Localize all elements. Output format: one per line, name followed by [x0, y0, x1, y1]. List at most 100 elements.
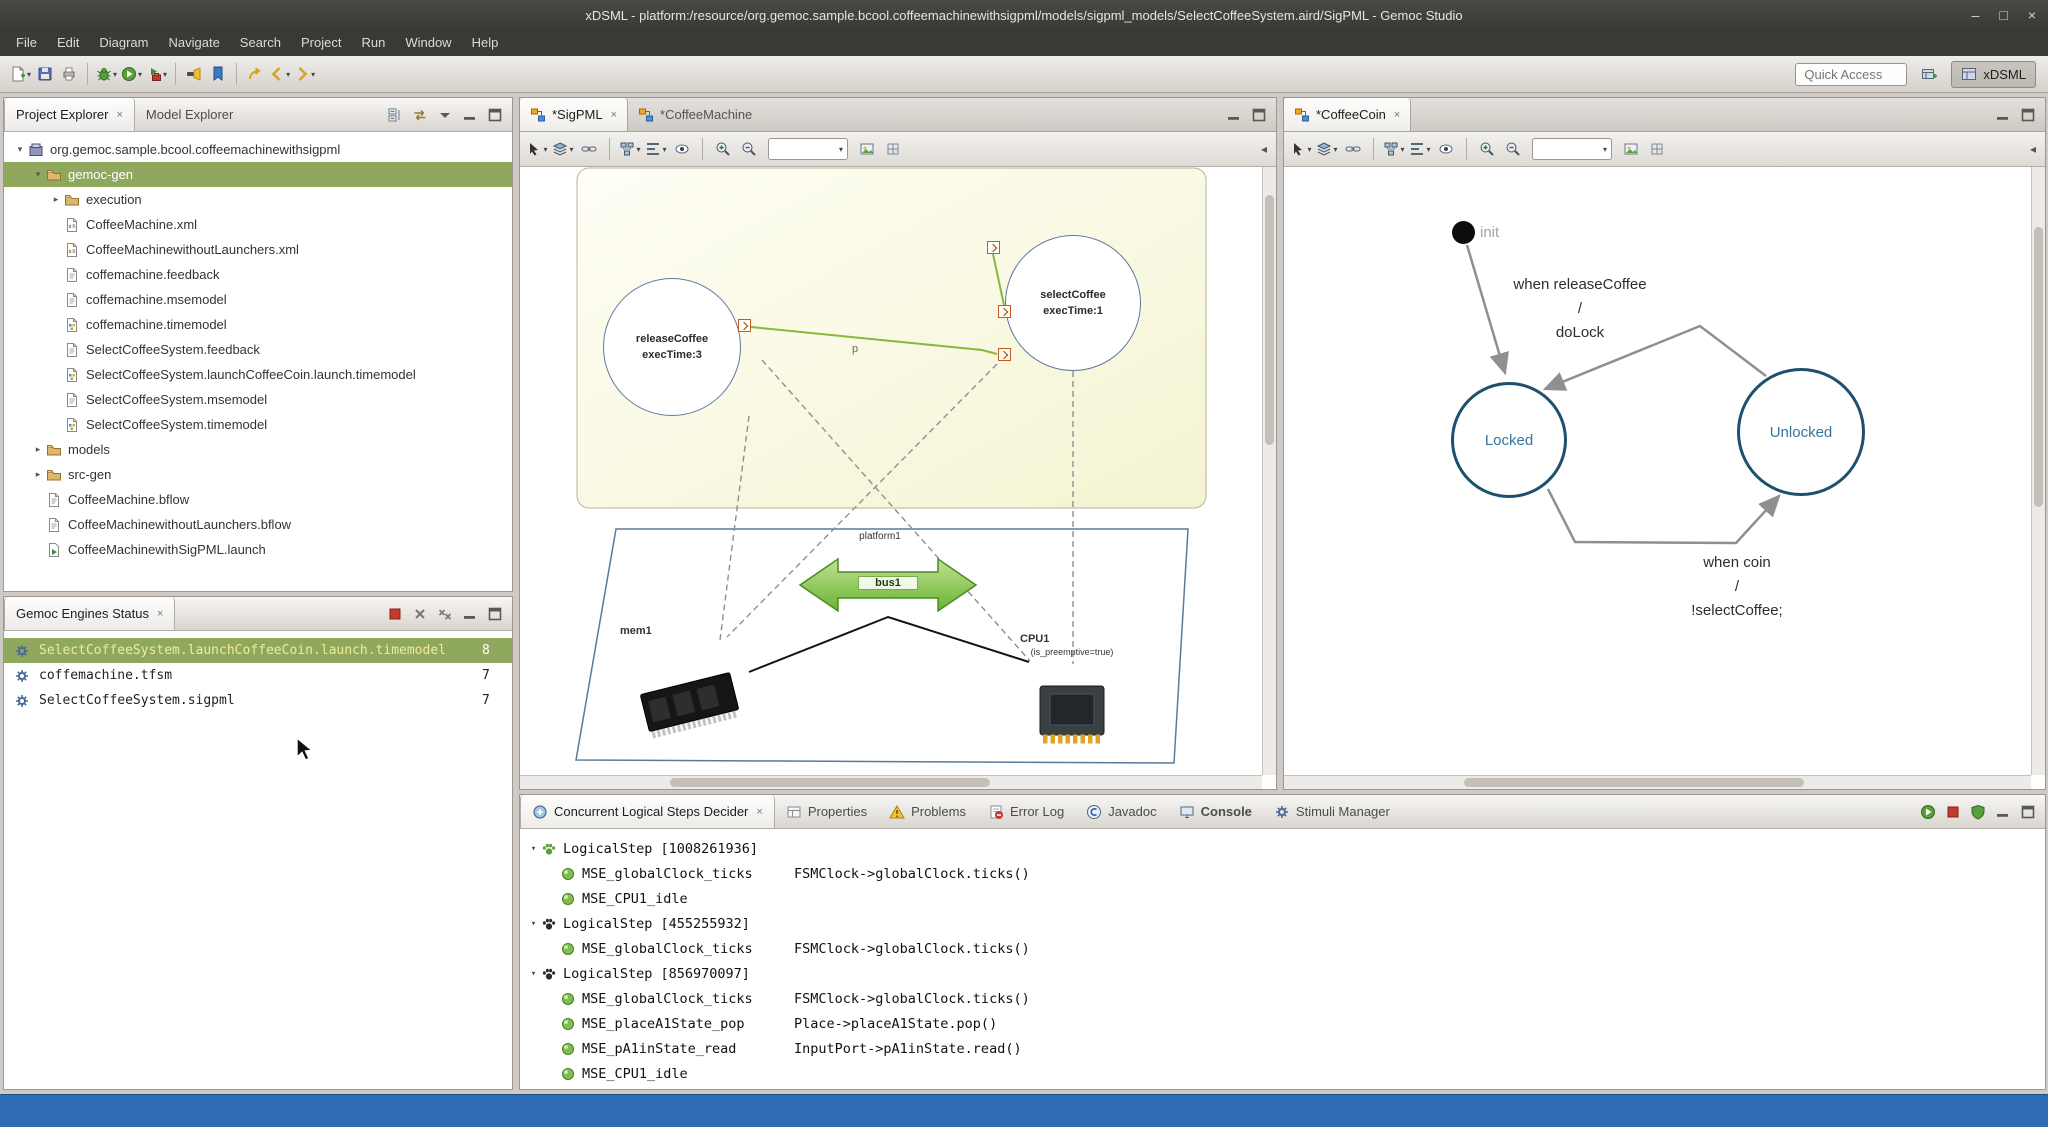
tab-coffeecoin[interactable]: *CoffeeCoin×	[1284, 98, 1411, 131]
zoom-out-button[interactable]	[737, 137, 761, 161]
zoom-in-button[interactable]	[1475, 137, 1499, 161]
expander-icon[interactable]: ▾	[526, 969, 541, 979]
mse-row[interactable]: MSE_pA1inState_readInputPort->pA1inState…	[520, 1036, 2045, 1061]
grid-button[interactable]	[1645, 137, 1669, 161]
minimize-view-icon[interactable]	[1995, 107, 2011, 123]
tree-item-src-gen[interactable]: ▸src-gen	[4, 462, 512, 487]
tree-item-org-gemoc-sample-bcool-coffeemachinewithsigpml[interactable]: ▾org.gemoc.sample.bcool.coffeemachinewit…	[4, 137, 512, 162]
close-window-button[interactable]: ×	[2028, 7, 2036, 23]
tree-item-coffeemachine-bflow[interactable]: CoffeeMachine.bflow	[4, 487, 512, 512]
palette-collapse-button[interactable]: ◂	[2030, 142, 2040, 156]
last-edit-location-button[interactable]	[243, 61, 267, 87]
expander-icon[interactable]: ▾	[526, 919, 541, 929]
menu-run[interactable]: Run	[351, 30, 395, 56]
menu-navigate[interactable]: Navigate	[158, 30, 229, 56]
select-mode-button[interactable]: ▾	[525, 137, 549, 161]
run-icon[interactable]	[1920, 804, 1936, 820]
tab-concurrent-logical-steps-decider[interactable]: Concurrent Logical Steps Decider×	[520, 795, 775, 828]
tab-problems[interactable]: Problems	[878, 795, 977, 828]
zoom-level-combo[interactable]: ▾	[768, 138, 848, 160]
tree-item-coffeemachinewithoutlaunchers-bflow[interactable]: CoffeeMachinewithoutLaunchers.bflow	[4, 512, 512, 537]
state-unlocked[interactable]: Unlocked	[1737, 368, 1865, 496]
search-button[interactable]	[182, 61, 206, 87]
tree-item-coffemachine-timemodel[interactable]: coffemachine.timemodel	[4, 312, 512, 337]
tab-project-explorer[interactable]: Project Explorer×	[4, 98, 135, 131]
tab-stimuli-manager[interactable]: Stimuli Manager	[1263, 795, 1401, 828]
minimize-window-button[interactable]: –	[1972, 7, 1980, 23]
vertical-scrollbar[interactable]	[2031, 167, 2045, 775]
run-button[interactable]: ▾	[119, 61, 144, 87]
tab-error-log[interactable]: Error Log	[977, 795, 1075, 828]
tree-item-coffeemachine-xml[interactable]: CoffeeMachine.xml	[4, 212, 512, 237]
stop-engine-icon[interactable]	[387, 606, 403, 622]
menu-file[interactable]: File	[6, 30, 47, 56]
maximize-window-button[interactable]: □	[1999, 7, 2007, 23]
engine-row-selectcoffeesystem-launchcoffeecoin-launch-timemodel[interactable]: SelectCoffeeSystem.launchCoffeeCoin.laun…	[4, 638, 512, 663]
select-mode-button[interactable]: ▾	[1289, 137, 1313, 161]
tree-item-execution[interactable]: ▸execution	[4, 187, 512, 212]
palette-collapse-button[interactable]: ◂	[1261, 142, 1271, 156]
link-with-editor-button[interactable]	[577, 137, 601, 161]
engine-row-selectcoffeesystem-sigpml[interactable]: SelectCoffeeSystem.sigpml7	[4, 688, 512, 713]
actor-selectCoffee[interactable]: selectCoffee execTime:1	[1005, 235, 1141, 371]
tab-coffeemachine[interactable]: *CoffeeMachine	[628, 98, 762, 131]
close-icon[interactable]: ×	[756, 806, 762, 818]
tree-item-coffemachine-msemodel[interactable]: coffemachine.msemodel	[4, 287, 512, 312]
menu-project[interactable]: Project	[291, 30, 351, 56]
save-button[interactable]	[33, 61, 57, 87]
menu-edit[interactable]: Edit	[47, 30, 89, 56]
new-button[interactable]: ▾	[8, 61, 33, 87]
zoom-out-button[interactable]	[1501, 137, 1525, 161]
view-menu-icon[interactable]	[437, 107, 453, 123]
print-button[interactable]	[57, 61, 81, 87]
mse-row[interactable]: MSE_CPU1_idle	[520, 1061, 2045, 1086]
arrange-all-button[interactable]: ▾	[618, 137, 642, 161]
expander-icon[interactable]: ▸	[48, 194, 64, 205]
logical-step-row[interactable]: ▾LogicalStep [1008261936]	[520, 836, 2045, 861]
output-port[interactable]	[738, 319, 751, 332]
gemoc-shield-icon[interactable]	[1970, 804, 1986, 820]
external-tools-button[interactable]: ▾	[144, 61, 169, 87]
vertical-scrollbar[interactable]	[1262, 167, 1276, 775]
mse-row[interactable]: MSE_CPU1_idle	[520, 886, 2045, 911]
horizontal-scrollbar[interactable]	[1284, 775, 2031, 789]
input-port[interactable]	[987, 241, 1000, 254]
bookmark-button[interactable]	[206, 61, 230, 87]
tab-sigpml[interactable]: *SigPML×	[520, 98, 628, 131]
tree-item-models[interactable]: ▸models	[4, 437, 512, 462]
align-button[interactable]: ▾	[644, 137, 668, 161]
cpu1-chip[interactable]	[1040, 686, 1104, 739]
arrange-all-button[interactable]: ▾	[1382, 137, 1406, 161]
menu-help[interactable]: Help	[462, 30, 509, 56]
tree-item-coffeemachinewithoutlaunchers-xml[interactable]: CoffeeMachinewithoutLaunchers.xml	[4, 237, 512, 262]
logical-step-row[interactable]: ▾LogicalStep [856970097]	[520, 961, 2045, 986]
minimize-view-icon[interactable]	[1226, 107, 1242, 123]
mse-row[interactable]: MSE_globalClock_ticksFSMClock->globalClo…	[520, 936, 2045, 961]
back-button[interactable]: ▾	[267, 61, 292, 87]
expander-icon[interactable]: ▾	[526, 844, 541, 854]
tab-gemoc-engines-status[interactable]: Gemoc Engines Status×	[4, 597, 175, 630]
debug-button[interactable]: ▾	[94, 61, 119, 87]
minimize-view-icon[interactable]	[1995, 804, 2011, 820]
close-icon[interactable]: ×	[611, 109, 617, 121]
expander-icon[interactable]: ▸	[30, 469, 46, 480]
export-image-button[interactable]	[1619, 137, 1643, 161]
menu-window[interactable]: Window	[395, 30, 461, 56]
link-with-editor-icon[interactable]	[412, 107, 428, 123]
collapse-all-icon[interactable]	[387, 107, 403, 123]
stop-icon[interactable]	[1945, 804, 1961, 820]
tree-item-gemoc-gen[interactable]: ▾gemoc-gen	[4, 162, 512, 187]
open-perspective-button[interactable]	[1917, 61, 1941, 87]
forward-button[interactable]: ▾	[292, 61, 317, 87]
hide-show-button[interactable]	[1434, 137, 1458, 161]
tab-properties[interactable]: Properties	[775, 795, 878, 828]
expander-icon[interactable]: ▾	[30, 169, 46, 180]
sash-horizontal[interactable]	[519, 790, 2046, 794]
expander-icon[interactable]: ▾	[12, 144, 28, 155]
engine-row-coffemachine-tfsm[interactable]: coffemachine.tfsm7	[4, 663, 512, 688]
tab-model-explorer[interactable]: Model Explorer	[135, 98, 244, 131]
tree-item-selectcoffeesystem-timemodel[interactable]: SelectCoffeeSystem.timemodel	[4, 412, 512, 437]
taskbar[interactable]	[0, 1094, 2048, 1127]
export-image-button[interactable]	[855, 137, 879, 161]
link-with-editor-button[interactable]	[1341, 137, 1365, 161]
